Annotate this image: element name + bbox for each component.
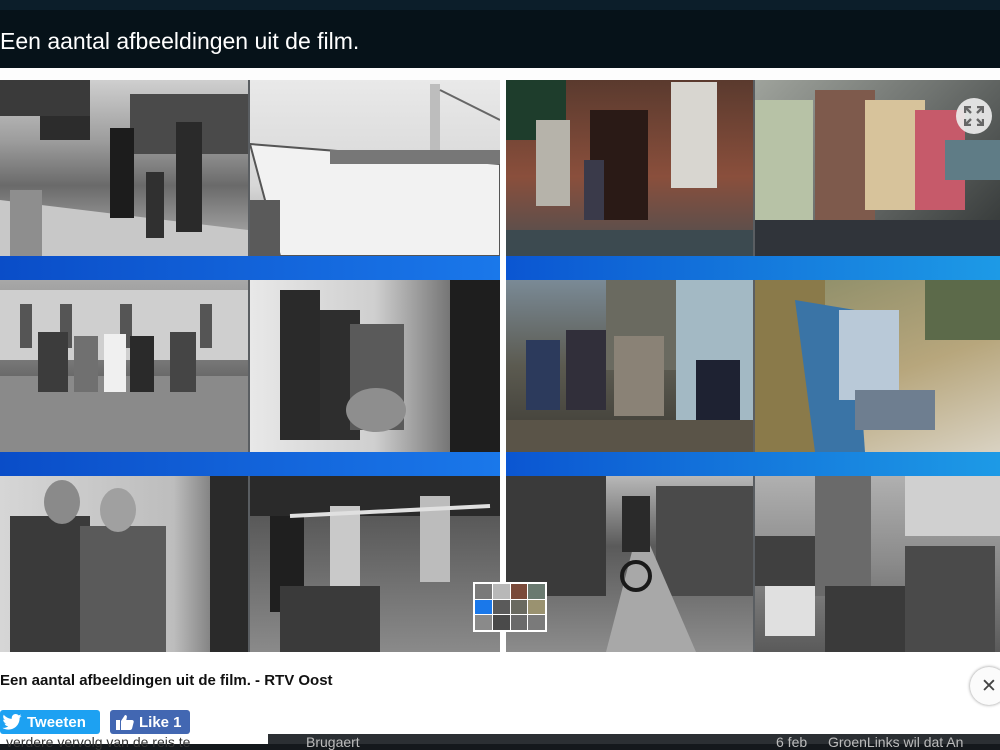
expand-icon <box>964 106 984 126</box>
gallery-thumbnail-grid <box>475 584 545 630</box>
collage-image <box>0 80 1000 652</box>
photo-man-reading-deckchair <box>755 280 1000 452</box>
photo-schoolchildren-class-art <box>755 476 1000 652</box>
facebook-like-label: Like 1 <box>139 713 182 731</box>
close-button[interactable]: ✕ <box>970 667 1000 705</box>
photo-children-dancing-art <box>250 476 500 652</box>
caption-area: Een aantal afbeeldingen uit de film. - R… <box>0 652 1000 750</box>
photo-man-reading-deckchair-art <box>755 280 1000 452</box>
collage-divider <box>500 80 506 652</box>
twitter-bird-icon <box>2 714 22 730</box>
photo-strip-band-2-right <box>506 452 1000 476</box>
photo-women-at-doorway <box>250 280 500 452</box>
photo-station-platform <box>0 80 248 256</box>
lightbox-title: Een aantal afbeeldingen uit de film. <box>0 28 360 54</box>
background-article-headline: GroenLinks wil dat An <box>828 734 964 750</box>
photo-building-doorway <box>506 80 753 256</box>
expand-button[interactable] <box>956 98 992 134</box>
background-article-date: 6 feb <box>776 734 808 750</box>
close-icon: ✕ <box>981 675 997 697</box>
photo-group-on-stairs-art <box>0 290 248 452</box>
photo-group-on-stairs <box>0 280 248 452</box>
background-article-text-left: verdere vervolg van de reis te <box>6 734 191 750</box>
photo-station-platform-art <box>0 80 248 256</box>
thumbs-up-icon <box>116 715 134 730</box>
photo-children-dancing <box>250 476 500 652</box>
photo-building-doorway-art <box>506 80 753 256</box>
photo-strip-band-1-right <box>506 256 1000 280</box>
tweet-button-label: Tweeten <box>27 713 86 731</box>
background-article-text-mid: Brugaert <box>306 734 360 750</box>
photo-seated-group-outdoors-art <box>506 280 753 452</box>
top-strip <box>0 0 1000 10</box>
photo-seated-group-outdoors <box>506 280 753 452</box>
photo-ship-bow-art <box>250 84 500 256</box>
photo-strip-band-1-left <box>0 256 500 280</box>
photo-women-at-doorway-art <box>280 280 500 452</box>
lightbox-title-bar: Een aantal afbeeldingen uit de film. <box>0 0 1000 70</box>
photo-schoolchildren-class <box>755 476 1000 652</box>
image-caption: Een aantal afbeeldingen uit de film. - R… <box>0 672 333 689</box>
photo-two-women-portrait-art <box>10 476 248 652</box>
tweet-button[interactable]: Tweeten <box>0 710 100 734</box>
gallery-thumbnail[interactable] <box>473 582 547 632</box>
frame-border <box>0 68 1000 80</box>
photo-two-women-portrait <box>0 476 248 652</box>
photo-strip-band-2-left <box>0 452 500 476</box>
photo-ship-bow <box>250 80 500 256</box>
facebook-like-button[interactable]: Like 1 <box>110 710 190 734</box>
